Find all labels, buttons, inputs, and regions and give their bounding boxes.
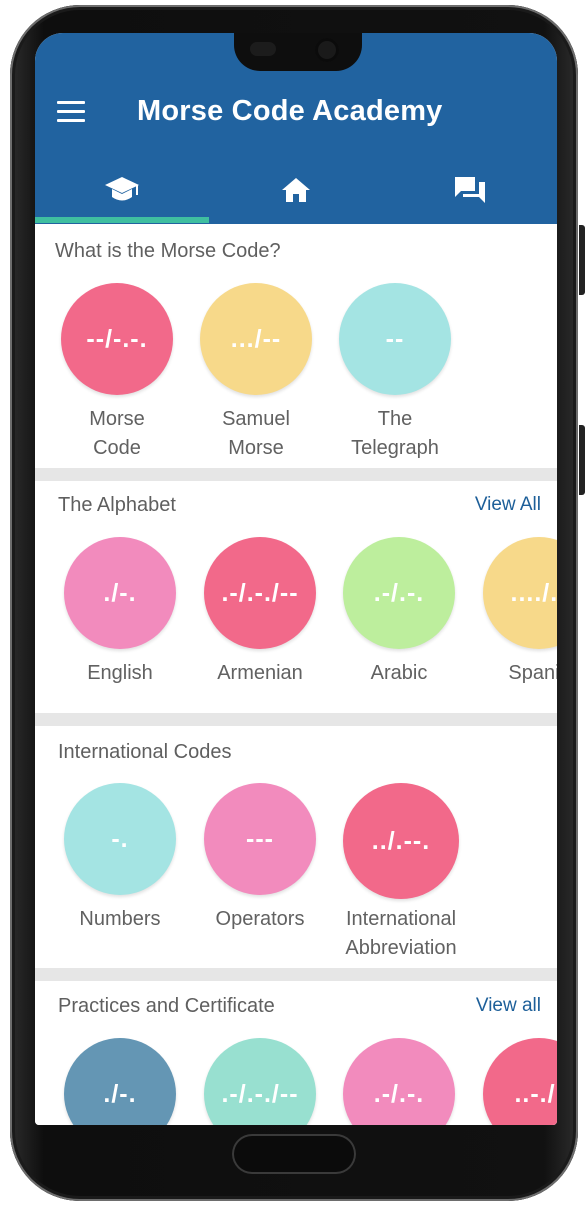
- morse-circle: ./-.: [64, 537, 176, 649]
- chat-icon: [455, 177, 485, 203]
- active-tab-indicator: [35, 217, 209, 223]
- tab-forum[interactable]: [383, 159, 557, 221]
- practice-item[interactable]: ..-./.: [469, 1038, 557, 1125]
- home-icon: [282, 178, 310, 202]
- item-label: Morse Code: [89, 408, 145, 459]
- section-what-is-morse: What is the Morse Code? --/-.-. Morse Cod…: [35, 224, 557, 468]
- morse-circle: --/-.-.: [61, 283, 173, 395]
- item-label: Armenian: [217, 662, 303, 684]
- alphabet-arabic[interactable]: .-/.-. Arabic: [329, 537, 469, 688]
- section-divider: [35, 713, 557, 726]
- practice-item[interactable]: .-/.-./--: [190, 1038, 330, 1125]
- item-label: Samuel Morse: [222, 408, 290, 459]
- section-practices-certificate: Practices and Certificate View all ./-. …: [35, 981, 557, 1125]
- morse-circle: ..../.-: [483, 537, 557, 649]
- front-camera: [315, 38, 339, 62]
- volume-button: [579, 225, 585, 295]
- topic-morse-code[interactable]: --/-.-. Morse Code: [47, 283, 187, 463]
- view-all-link[interactable]: View all: [476, 995, 541, 1017]
- item-label: Operators: [215, 908, 305, 930]
- morse-circle: --: [339, 283, 451, 395]
- earpiece-speaker: [250, 42, 276, 56]
- view-all-link[interactable]: View All: [475, 494, 541, 516]
- practice-item[interactable]: .-/.-.: [329, 1038, 469, 1125]
- morse-circle: .-/.-.: [343, 537, 455, 649]
- alphabet-armenian[interactable]: .-/.-./-- Armenian: [190, 537, 330, 688]
- code-operators[interactable]: --- Operators: [190, 783, 330, 934]
- item-label: International Abbreviation: [345, 908, 457, 959]
- morse-circle: -.: [64, 783, 176, 895]
- item-label: Spanis: [508, 662, 557, 684]
- section-title: Practices and Certificate: [58, 995, 275, 1017]
- item-label: The Telegraph: [351, 408, 439, 459]
- morse-circle: ../.--.: [343, 783, 459, 899]
- section-title: International Codes: [58, 741, 232, 763]
- item-label: Arabic: [370, 662, 428, 684]
- practice-item[interactable]: ./-.: [50, 1038, 190, 1125]
- item-label: English: [87, 662, 153, 684]
- topic-samuel-morse[interactable]: .../-- Samuel Morse: [186, 283, 326, 463]
- section-international-codes: International Codes -. Numbers --- Opera…: [35, 726, 557, 968]
- alphabet-spanish[interactable]: ..../.- Spanis: [469, 537, 557, 688]
- morse-circle: .../--: [200, 283, 312, 395]
- alphabet-english[interactable]: ./-. English: [50, 537, 190, 688]
- code-numbers[interactable]: -. Numbers: [50, 783, 190, 934]
- code-international-abbreviation[interactable]: ../.--. International Abbreviation: [331, 783, 471, 963]
- morse-circle: .-/.-./--: [204, 1038, 316, 1125]
- section-alphabet: The Alphabet View All ./-. English .-/.-…: [35, 481, 557, 713]
- app-title: Morse Code Academy: [137, 95, 443, 127]
- graduation-cap-icon: [105, 177, 139, 201]
- topic-the-telegraph[interactable]: -- The Telegraph: [325, 283, 465, 463]
- hamburger-menu-icon[interactable]: [57, 101, 87, 123]
- morse-circle: .-/.-.: [343, 1038, 455, 1125]
- morse-circle: ..-./.: [483, 1038, 557, 1125]
- tab-home[interactable]: [209, 159, 383, 221]
- section-title: What is the Morse Code?: [55, 240, 281, 262]
- section-divider: [35, 468, 557, 481]
- power-button: [579, 425, 585, 495]
- tab-courses[interactable]: [35, 159, 209, 221]
- home-button[interactable]: [232, 1134, 356, 1174]
- main-content: What is the Morse Code? --/-.-. Morse Cod…: [35, 224, 557, 1125]
- section-title: The Alphabet: [58, 494, 176, 516]
- section-divider: [35, 968, 557, 981]
- morse-circle: ---: [204, 783, 316, 895]
- morse-circle: ./-.: [64, 1038, 176, 1125]
- morse-circle: .-/.-./--: [204, 537, 316, 649]
- item-label: Numbers: [79, 908, 161, 930]
- app-screen: Morse Code Academy What is the Morse Cod…: [35, 33, 557, 1125]
